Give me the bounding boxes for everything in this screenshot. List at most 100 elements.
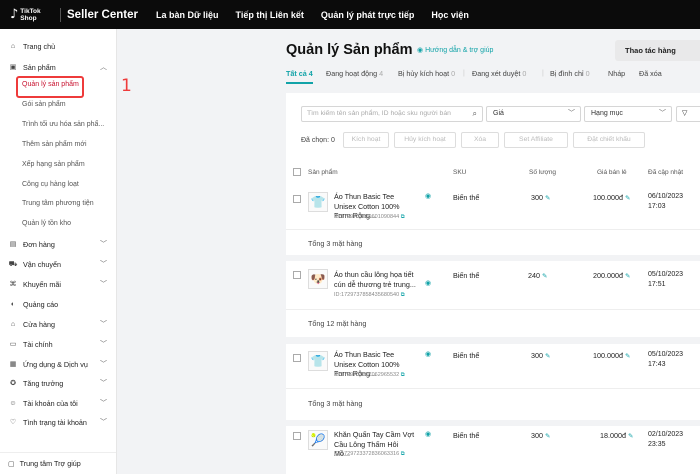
tab-suspended[interactable]: Bị đình chỉ 0	[550, 69, 590, 78]
edit-icon[interactable]: ✎	[542, 273, 547, 280]
tab-reviewing[interactable]: Đang xét duyệt 0	[472, 69, 526, 78]
tab-active[interactable]: Đang hoạt động 4	[326, 69, 383, 78]
price-cell[interactable]: 200.000đ ✎	[593, 271, 630, 280]
sidebar-sub-add-product[interactable]: Thêm sản phẩm mới	[22, 141, 87, 148]
sidebar-sub-inventory[interactable]: Quản lý tồn kho	[22, 220, 71, 227]
eye-icon[interactable]: ◉	[425, 430, 431, 438]
help-link[interactable]: ◉ Hướng dẫn & trợ giúp	[417, 46, 493, 54]
sidebar-item-apps[interactable]: ▦ Ứng dụng & Dịch vụ ﹀	[0, 357, 117, 371]
sidebar-item-home[interactable]: ⌂ Trang chủ	[0, 39, 117, 53]
app-title[interactable]: Seller Center	[67, 9, 138, 21]
table-row[interactable]: 👕 Áo Thun Basic Tee Unisex Cotton 100% F…	[286, 344, 700, 420]
edit-icon[interactable]: ✎	[625, 273, 630, 280]
edit-icon[interactable]: ✎	[545, 433, 550, 440]
tab-deactivated[interactable]: Bị hủy kích hoạt 0	[398, 69, 455, 78]
copy-icon[interactable]: ⧉	[401, 292, 405, 298]
growth-icon: ✪	[10, 380, 16, 387]
edit-icon[interactable]: ✎	[545, 353, 550, 360]
variant-total[interactable]: Tổng 12 mặt hàng	[308, 319, 366, 328]
sidebar-item-finance[interactable]: ▭ Tài chính ﹀	[0, 337, 117, 351]
sidebar-item-ads[interactable]: ◐ Quảng cáo	[0, 297, 117, 311]
price-cell[interactable]: 100.000đ ✎	[593, 193, 630, 202]
sidebar-item-account[interactable]: ☺ Tài khoản của tôi ﹀	[0, 396, 117, 410]
column-header-quantity[interactable]: Số lượng	[529, 169, 556, 176]
bulk-actions-button[interactable]: Thao tác hàng	[615, 40, 700, 61]
table-row[interactable]: 🐶 Áo thun cầu lông họa tiết cún dễ thươn…	[286, 261, 700, 337]
table-row[interactable]: 🎾 Khăn Quấn Tay Cầm Vợt Cầu Lông Thấm Hô…	[286, 426, 700, 474]
edit-icon[interactable]: ✎	[625, 195, 630, 202]
row-checkbox[interactable]	[293, 271, 301, 279]
deactivate-button[interactable]: Hủy kích hoạt	[394, 132, 456, 148]
column-header-price[interactable]: Giá bán lẻ	[597, 169, 627, 176]
price-cell[interactable]: 100.000đ ✎	[593, 351, 630, 360]
tab-count: 0	[451, 69, 456, 78]
sidebar-sub-optimizer[interactable]: Trình tối ưu hóa sản phẩ...	[22, 121, 104, 128]
eye-icon[interactable]: ◉	[425, 350, 431, 358]
eye-icon[interactable]: ◉	[425, 192, 431, 200]
select-all-checkbox[interactable]	[293, 168, 301, 176]
sku-cell[interactable]: Biến thể	[453, 193, 479, 202]
sku-cell[interactable]: Biến thể	[453, 271, 479, 280]
eye-icon[interactable]: ◉	[425, 279, 431, 287]
variant-total[interactable]: Tổng 3 mặt hàng	[308, 239, 362, 248]
sidebar-item-promotions[interactable]: ⌘ Khuyến mãi ﹀	[0, 277, 117, 291]
sidebar-sub-ranking[interactable]: Xếp hạng sản phẩm	[22, 161, 85, 168]
delete-button[interactable]: Xóa	[461, 132, 499, 148]
product-name[interactable]: Áo thun cầu lông họa tiết cún dễ thương …	[334, 270, 416, 289]
quantity-cell[interactable]: 240 ✎	[528, 271, 547, 280]
search-icon[interactable]: ⌕	[473, 107, 477, 121]
topnav-academy[interactable]: Học viện	[431, 10, 469, 20]
updated-cell: 05/10/2023 17:51	[648, 270, 683, 290]
tab-drafts[interactable]: Nháp	[608, 69, 625, 78]
activate-button[interactable]: Kích hoạt	[343, 132, 389, 148]
copy-icon[interactable]: ⧉	[401, 372, 405, 378]
row-checkbox[interactable]	[293, 195, 301, 203]
help-center-bar[interactable]: ▢ Trung tâm Trợ giúp	[0, 452, 116, 474]
sku-cell[interactable]: Biến thể	[453, 351, 479, 360]
copy-icon[interactable]: ⧉	[401, 451, 405, 457]
tiktok-shop-logo[interactable]: ♪ TikTok Shop	[0, 7, 58, 22]
set-discount-button[interactable]: Đặt chiết khấu	[573, 132, 645, 148]
topnav-affiliate[interactable]: Tiếp thị Liên kết	[235, 10, 303, 20]
copy-icon[interactable]: ⧉	[401, 214, 405, 220]
column-header-sku[interactable]: SKU	[453, 169, 466, 176]
price-cell[interactable]: 18.000đ ✎	[600, 431, 633, 440]
column-header-updated[interactable]: Đã cập nhật	[648, 169, 683, 176]
category-select[interactable]: Hạng mục ﹀	[584, 106, 672, 122]
edit-icon[interactable]: ✎	[625, 353, 630, 360]
sku-cell[interactable]: Biến thể	[453, 431, 479, 440]
product-thumbnail[interactable]: 👕	[308, 351, 328, 371]
sidebar-sub-bulk-tools[interactable]: Công cụ hàng loạt	[22, 181, 79, 188]
sidebar-item-orders[interactable]: ▤ Đơn hàng ﹀	[0, 237, 117, 251]
sidebar-item-account-health[interactable]: ♡ Tình trạng tài khoản ﹀	[0, 415, 117, 429]
sidebar-item-products[interactable]: ▣ Sản phẩm ︿	[0, 60, 117, 74]
sidebar-item-growth[interactable]: ✪ Tăng trưởng ﹀	[0, 376, 117, 390]
row-checkbox[interactable]	[293, 354, 301, 362]
product-thumbnail[interactable]: 🐶	[308, 269, 328, 289]
topnav-data-compass[interactable]: La bàn Dữ liệu	[156, 10, 219, 20]
variant-total[interactable]: Tổng 3 mặt hàng	[308, 399, 362, 408]
edit-icon[interactable]: ✎	[628, 433, 633, 440]
price-select[interactable]: Giá ﹀	[486, 106, 581, 122]
quantity-cell[interactable]: 300 ✎	[531, 351, 550, 360]
set-affiliate-button[interactable]: Set Affiliate	[504, 132, 568, 148]
updated-cell: 06/10/2023 17:03	[648, 192, 683, 212]
column-header-product[interactable]: Sản phẩm	[308, 169, 338, 176]
sidebar-item-shipping[interactable]: ⛟ Vận chuyển ﹀	[0, 257, 117, 271]
quantity-cell[interactable]: 300 ✎	[531, 431, 550, 440]
sidebar-sub-media-center[interactable]: Trung tâm phương tiện	[22, 200, 94, 207]
filter-button[interactable]: ▽	[676, 106, 700, 122]
product-thumbnail[interactable]: 👕	[308, 192, 328, 212]
search-input[interactable]: Tìm kiếm tên sản phẩm, ID hoặc sku người…	[301, 106, 483, 122]
row-checkbox[interactable]	[293, 432, 301, 440]
edit-icon[interactable]: ✎	[545, 195, 550, 202]
table-row[interactable]: 👕 Áo Thun Basic Tee Unisex Cotton 100% F…	[286, 189, 700, 255]
quantity-value: 300	[531, 431, 543, 440]
tab-all[interactable]: Tất cả 4	[286, 69, 313, 84]
sidebar-item-shop[interactable]: ⌂ Cửa hàng ﹀	[0, 317, 117, 331]
topnav-live[interactable]: Quản lý phát trực tiếp	[321, 10, 415, 20]
product-thumbnail[interactable]: 🎾	[308, 430, 328, 450]
tab-deleted[interactable]: Đã xóa	[639, 69, 662, 78]
quantity-cell[interactable]: 300 ✎	[531, 193, 550, 202]
sidebar-sub-bundles[interactable]: Gói sản phẩm	[22, 101, 66, 108]
